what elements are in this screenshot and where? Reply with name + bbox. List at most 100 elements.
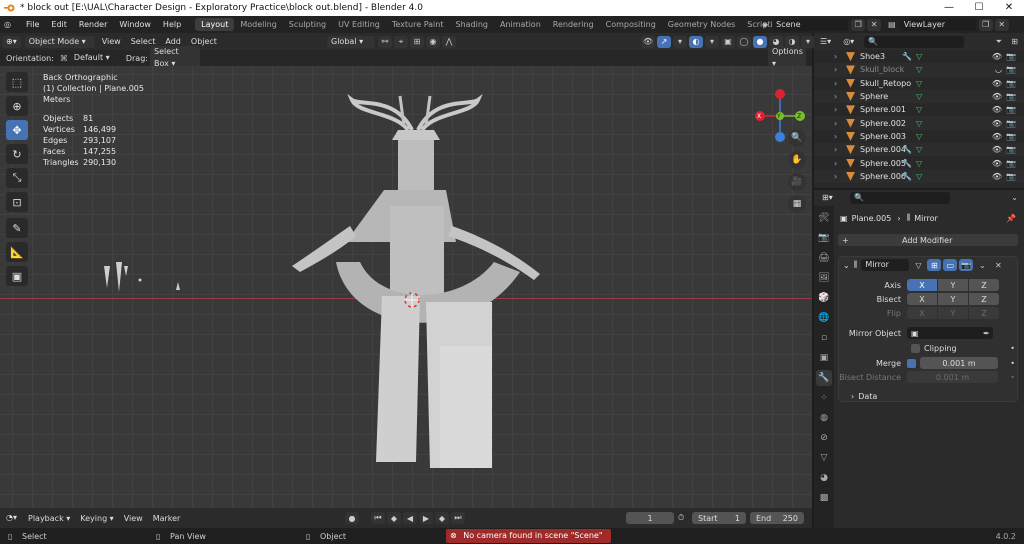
expand-arrow-icon[interactable]: ›: [834, 52, 837, 61]
outliner-editor-icon[interactable]: ☰▾: [816, 36, 835, 48]
outliner-row[interactable]: › Sphere.004 🔧 ▽ 👁 📷: [814, 143, 1024, 157]
data-tab-icon[interactable]: ▽: [816, 450, 832, 466]
gizmo-menu-icon[interactable]: ▾: [673, 35, 687, 48]
outliner-search-input[interactable]: 🔍: [864, 35, 965, 48]
snap-icon[interactable]: ⌖: [394, 35, 408, 48]
menu-window[interactable]: Window: [113, 20, 157, 29]
minimize-button[interactable]: —: [934, 0, 964, 16]
world-tab-icon[interactable]: 🌐: [816, 310, 832, 326]
modifier-menu-icon[interactable]: ⌄: [975, 259, 989, 271]
editor-type-icon[interactable]: ⊕▾: [2, 35, 21, 48]
camera-render-icon[interactable]: 📷: [1006, 92, 1016, 101]
eye-icon[interactable]: 👁: [992, 119, 1002, 128]
viewport-display-icon[interactable]: ▭: [943, 259, 958, 271]
flip-z-toggle[interactable]: Z: [969, 307, 999, 319]
modifier-tab-icon[interactable]: 🔧: [816, 370, 832, 386]
outliner-row[interactable]: › Shoe3 🔧 ▽ 👁 📷: [814, 50, 1024, 63]
render-display-icon[interactable]: 📷: [959, 259, 974, 271]
camera-render-icon[interactable]: 📷: [1006, 172, 1016, 181]
start-frame-field[interactable]: Start 1: [692, 512, 746, 524]
xray-toggle-icon[interactable]: ▣: [721, 35, 735, 48]
eye-icon[interactable]: 👁: [992, 52, 1002, 61]
merge-distance-field[interactable]: 0.001 m: [920, 357, 998, 369]
edit-mode-icon[interactable]: ⊞: [927, 259, 942, 271]
particles-tab-icon[interactable]: ⁘: [816, 390, 832, 406]
material-tab-icon[interactable]: ◕: [816, 470, 832, 486]
new-viewlayer-icon[interactable]: ❐: [978, 18, 993, 31]
outliner-row[interactable]: › Sphere.005 🔧 ▽ 👁 📷: [814, 156, 1024, 169]
cursor-tool-icon[interactable]: ⊕: [6, 96, 28, 116]
workspace-tab-rendering[interactable]: Rendering: [547, 18, 600, 31]
new-scene-icon[interactable]: ❐: [851, 18, 866, 31]
end-frame-field[interactable]: End 250: [750, 512, 804, 524]
workspace-tab-compositing[interactable]: Compositing: [600, 18, 662, 31]
merge-checkbox[interactable]: [907, 358, 916, 368]
data-subpanel[interactable]: › Data: [839, 390, 1019, 402]
blender-menu-icon[interactable]: ◎: [4, 20, 20, 29]
viewlayer-selector[interactable]: ViewLayer: [899, 18, 976, 31]
workspace-tab-layout[interactable]: Layout: [195, 18, 235, 31]
bisect-y-toggle[interactable]: Y: [938, 293, 968, 305]
menu-file[interactable]: File: [20, 20, 45, 29]
play-icon[interactable]: ▶: [419, 512, 433, 524]
edit-cage-icon[interactable]: ▽: [911, 259, 925, 271]
new-collection-icon[interactable]: ⊞: [1011, 37, 1018, 46]
outliner-row[interactable]: › Skull_Retopo ▽ 👁 📷: [814, 77, 1024, 90]
snap-target-icon[interactable]: ⊞: [410, 35, 424, 48]
jump-end-icon[interactable]: ⏭: [451, 512, 465, 524]
bisect-x-toggle[interactable]: X: [907, 293, 937, 305]
overlay-toggle-icon[interactable]: ◐: [689, 35, 703, 48]
physics-tab-icon[interactable]: ◍: [816, 410, 832, 426]
rotate-tool-icon[interactable]: ↻: [6, 144, 28, 164]
camera-render-icon[interactable]: 📷: [1006, 105, 1016, 114]
modifier-name-field[interactable]: Mirror: [861, 259, 910, 271]
object-tab-icon[interactable]: ▣: [816, 350, 832, 366]
eye-icon[interactable]: 👁: [992, 79, 1002, 88]
collection-tab-icon[interactable]: ▫: [816, 330, 832, 346]
flip-y-toggle[interactable]: Y: [938, 307, 968, 319]
scene-selector[interactable]: Scene: [772, 18, 849, 31]
clipping-checkbox[interactable]: [911, 343, 920, 353]
menu-add[interactable]: Add: [160, 37, 186, 46]
outliner-row[interactable]: › Sphere.001 ▽ 👁 📷: [814, 103, 1024, 116]
texture-tab-icon[interactable]: ▩: [816, 490, 832, 506]
expand-arrow-icon[interactable]: ›: [834, 92, 837, 101]
scene-tab-icon[interactable]: 🎲: [816, 290, 832, 306]
menu-edit[interactable]: Edit: [45, 20, 73, 29]
maximize-button[interactable]: ☐: [964, 0, 994, 16]
menu-help[interactable]: Help: [157, 20, 187, 29]
falloff-icon[interactable]: ⋀: [442, 35, 456, 48]
render-tab-icon[interactable]: 📷: [816, 230, 832, 246]
constraints-tab-icon[interactable]: ⊘: [816, 430, 832, 446]
display-mode-icon[interactable]: ◎▾: [839, 36, 858, 48]
clipping-keyframe-icon[interactable]: •: [1010, 344, 1015, 353]
eye-icon[interactable]: ◡: [995, 65, 1002, 74]
properties-search-input[interactable]: 🔍: [850, 192, 950, 204]
visibility-icon[interactable]: 👁: [641, 35, 655, 48]
axis-y-toggle[interactable]: Y: [938, 279, 968, 291]
workspace-tab-texture-paint[interactable]: Texture Paint: [386, 18, 450, 31]
expand-arrow-icon[interactable]: ›: [834, 119, 837, 128]
remove-modifier-icon[interactable]: ✕: [991, 259, 1005, 271]
transform-orientation[interactable]: Global ▾: [327, 35, 375, 48]
eyedropper-icon[interactable]: ✒: [983, 329, 990, 338]
axis-z-toggle[interactable]: Z: [969, 279, 999, 291]
status-warning[interactable]: ⊗ No camera found in scene "Scene": [446, 529, 611, 543]
preview-range-icon[interactable]: ⏱: [678, 513, 684, 523]
outliner-row[interactable]: › Sphere.003 ▽ 👁 📷: [814, 130, 1024, 143]
camera-render-icon[interactable]: 📷: [1006, 159, 1016, 168]
jump-start-icon[interactable]: ⏮: [371, 512, 385, 524]
ortho-grid-icon[interactable]: ▦: [788, 195, 806, 213]
outliner-row[interactable]: › Sphere.006 🔧 ▽ 👁 📷: [814, 169, 1024, 183]
scale-tool-icon[interactable]: ⤡: [6, 168, 28, 188]
gizmo-toggle-icon[interactable]: ↗: [657, 35, 671, 48]
timeline-menu-marker[interactable]: Marker: [148, 514, 186, 523]
prev-keyframe-icon[interactable]: ◆: [387, 512, 401, 524]
axis-x-toggle[interactable]: X: [907, 279, 937, 291]
play-reverse-icon[interactable]: ◀: [403, 512, 417, 524]
record-icon[interactable]: ●: [345, 512, 359, 524]
close-button[interactable]: ✕: [994, 0, 1024, 16]
timeline-editor-icon[interactable]: ◔▾: [2, 512, 21, 524]
eye-icon[interactable]: 👁: [992, 132, 1002, 141]
camera-render-icon[interactable]: 📷: [1006, 79, 1016, 88]
